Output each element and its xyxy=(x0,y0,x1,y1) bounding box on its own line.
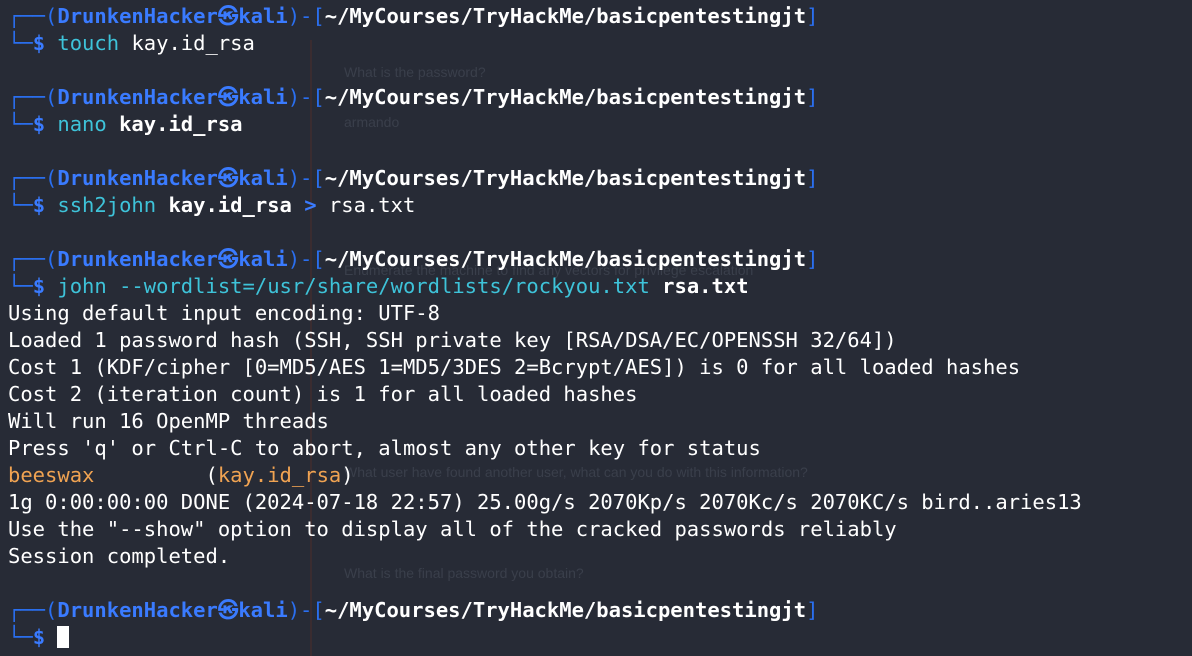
command-args: rsa.txt xyxy=(662,274,749,298)
background-question-3: What user have found another user, what … xyxy=(344,464,808,480)
output-line: Loaded 1 password hash (SSH, SSH private… xyxy=(8,328,897,352)
text-cursor[interactable] xyxy=(57,626,70,648)
background-question-4: What is the final password you obtain? xyxy=(344,565,584,581)
command-line: └─$ nano kay.id_rsa xyxy=(8,112,243,136)
prompt-host: kali xyxy=(238,598,288,622)
prompt-user: DrunkenHacker xyxy=(57,4,218,28)
prompt-user: DrunkenHacker xyxy=(57,598,218,622)
prompt-path: ~/MyCourses/TryHackMe/basicpentestingjt xyxy=(324,85,807,109)
output-line: Use the "--show" option to display all o… xyxy=(8,517,897,541)
command-input-line[interactable]: └─$ xyxy=(8,624,70,651)
output-line: Will run 16 OpenMP threads xyxy=(8,409,329,433)
prompt-path: ~/MyCourses/TryHackMe/basicpentestingjt xyxy=(324,166,807,190)
command-line: └─$ touch kay.id_rsa xyxy=(8,31,255,55)
command-args: kay.id_rsa xyxy=(119,112,243,136)
command-arg-input: kay.id_rsa xyxy=(168,193,292,217)
prompt-host: kali xyxy=(238,247,288,271)
skull-icon: ㉿ xyxy=(217,85,239,109)
output-line: Cost 1 (KDF/cipher [0=MD5/AES 1=MD5/3DES… xyxy=(8,355,1021,379)
background-question-1: What is the password? xyxy=(344,64,486,80)
output-line: 1g 0:00:00:00 DONE (2024-07-18 22:57) 25… xyxy=(8,490,1082,514)
prompt-host: kali xyxy=(238,166,288,190)
output-line: Press 'q' or Ctrl-C to abort, almost any… xyxy=(8,436,761,460)
skull-icon: ㉿ xyxy=(217,4,239,28)
redirect-operator: > xyxy=(304,193,317,217)
prompt-user: DrunkenHacker xyxy=(57,85,218,109)
command-line: └─$ ssh2john kay.id_rsa > rsa.txt xyxy=(8,193,416,217)
prompt-host: kali xyxy=(238,85,288,109)
skull-icon: ㉿ xyxy=(217,166,239,190)
command-args: kay.id_rsa xyxy=(131,31,255,55)
prompt-user: DrunkenHacker xyxy=(57,166,218,190)
prompt-line: ┌──(DrunkenHacker㉿kali)-[~/MyCourses/Try… xyxy=(8,4,819,28)
terminal-window[interactable]: What is the password? armando Enumerate … xyxy=(0,0,1192,656)
cracked-password: beeswax xyxy=(8,463,95,487)
prompt-line: ┌──(DrunkenHacker㉿kali)-[~/MyCourses/Try… xyxy=(8,85,819,109)
prompt-host: kali xyxy=(238,4,288,28)
output-line: Using default input encoding: UTF-8 xyxy=(8,301,440,325)
skull-icon: ㉿ xyxy=(217,247,239,271)
command-name: ssh2john xyxy=(57,193,157,217)
prompt-path: ~/MyCourses/TryHackMe/basicpentestingjt xyxy=(324,4,807,28)
prompt-path: ~/MyCourses/TryHackMe/basicpentestingjt xyxy=(324,598,807,622)
command-arg-output: rsa.txt xyxy=(328,193,416,217)
prompt-line: ┌──(DrunkenHacker㉿kali)-[~/MyCourses/Try… xyxy=(8,247,819,271)
background-answer-1: armando xyxy=(344,114,400,130)
prompt-line: ┌──(DrunkenHacker㉿kali)-[~/MyCourses/Try… xyxy=(8,166,819,190)
command-option: --wordlist=/usr/share/wordlists/rockyou.… xyxy=(119,274,650,298)
prompt-user: DrunkenHacker xyxy=(57,247,218,271)
output-line: Session completed. xyxy=(8,544,231,568)
prompt-line: ┌──(DrunkenHacker㉿kali)-[~/MyCourses/Try… xyxy=(8,598,819,622)
command-name: touch xyxy=(57,31,120,55)
skull-icon: ㉿ xyxy=(217,598,239,622)
command-line: └─$ john --wordlist=/usr/share/wordlists… xyxy=(8,274,749,298)
command-name: nano xyxy=(57,112,107,136)
cracked-password-line: beeswax (kay.id_rsa) xyxy=(8,463,354,487)
command-name: john xyxy=(57,274,107,298)
output-line: Cost 2 (iteration count) is 1 for all lo… xyxy=(8,382,638,406)
cracked-file: kay.id_rsa xyxy=(217,463,342,487)
prompt-path: ~/MyCourses/TryHackMe/basicpentestingjt xyxy=(324,247,807,271)
